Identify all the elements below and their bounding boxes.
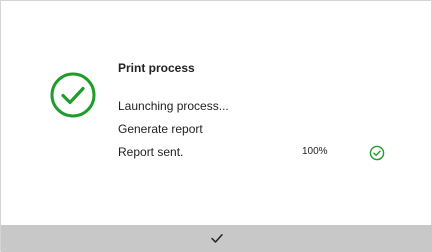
check-circle-icon bbox=[369, 145, 385, 161]
check-circle-icon bbox=[50, 72, 96, 118]
confirm-button[interactable] bbox=[1, 225, 432, 252]
progress-percent: 100% bbox=[302, 146, 328, 157]
dialog-title: Print process bbox=[118, 61, 195, 75]
status-line-generate: Generate report bbox=[118, 122, 203, 136]
checkmark-icon bbox=[211, 234, 223, 243]
status-line-sent: Report sent. bbox=[118, 145, 184, 159]
status-line-launching: Launching process... bbox=[118, 99, 229, 113]
print-process-dialog: Print process Launching process... Gener… bbox=[0, 0, 432, 252]
